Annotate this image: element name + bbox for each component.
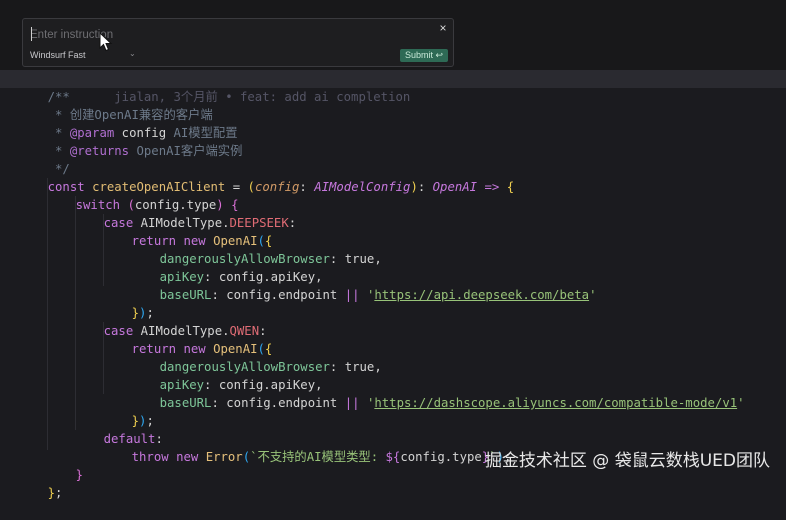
- mouse-pointer-icon: [99, 32, 113, 52]
- code-editor[interactable]: /** jialan, 3个月前 • feat: add ai completi…: [0, 70, 786, 500]
- op-or: ||: [344, 396, 360, 410]
- error-template-expr: config.type: [400, 450, 482, 464]
- op-or: ||: [344, 288, 360, 302]
- code-line: case AIModelType.DEEPSEEK:: [103, 216, 297, 230]
- val-endpoint: config.endpoint: [226, 396, 338, 410]
- code-line: return new OpenAI({: [131, 234, 273, 248]
- code-line: apiKey: config.apiKey,: [159, 270, 323, 284]
- code-line: dangerouslyAllowBrowser: true,: [159, 360, 382, 374]
- text-caret: [31, 27, 32, 41]
- code-line: return new OpenAI({: [131, 342, 273, 356]
- keyword-new: new: [176, 450, 199, 464]
- class-error: Error: [205, 450, 243, 464]
- error-template-text: 不支持的AI模型类型:: [257, 450, 386, 464]
- code-line: * @param config AI模型配置: [47, 126, 238, 140]
- code-line: });: [131, 414, 154, 428]
- param-name: config: [254, 180, 300, 194]
- code-line: default:: [103, 432, 163, 446]
- code-line: switch (config.type) {: [75, 198, 239, 212]
- code-line: }: [75, 468, 84, 482]
- code-line: */: [0, 142, 70, 176]
- code-line: /** jialan, 3个月前 • feat: add ai completi…: [0, 70, 786, 104]
- val-endpoint: config.endpoint: [226, 288, 338, 302]
- doc-returns-tag: @returns: [69, 144, 130, 158]
- doc-returns-desc: OpenAI客户端实例: [136, 144, 243, 158]
- return-type: OpenAI: [432, 180, 478, 194]
- code-line: };: [47, 486, 63, 500]
- val-true: true: [344, 252, 375, 266]
- code-line: * @returns OpenAI客户端实例: [47, 144, 243, 158]
- watermark: 掘金技术社区 @ 袋鼠云数栈UED团队: [484, 451, 770, 471]
- val-true: true: [344, 360, 375, 374]
- code-line: });: [131, 306, 154, 320]
- url-qwen[interactable]: https://dashscope.aliyuncs.com/compatibl…: [374, 396, 737, 410]
- chevron-down-icon[interactable]: ⌄: [129, 49, 136, 58]
- code-line: baseURL: config.endpoint || 'https://api…: [159, 288, 597, 302]
- prop-baseurl: baseURL: [159, 288, 212, 302]
- code-line: const createOpenAIClient = (config: AIMo…: [47, 180, 515, 194]
- model-select[interactable]: Windsurf Fast: [30, 50, 86, 60]
- top-area: × Windsurf Fast ⌄ Submit ↩: [0, 0, 786, 70]
- code-line: throw new Error(`不支持的AI模型类型: ${config.ty…: [131, 450, 512, 464]
- param-type: AIModelConfig: [314, 180, 411, 194]
- instruction-popup: × Windsurf Fast ⌄ Submit ↩: [22, 18, 454, 67]
- submit-button[interactable]: Submit ↩: [400, 49, 448, 62]
- close-icon[interactable]: ×: [436, 21, 450, 35]
- code-line: case AIModelType.QWEN:: [103, 324, 267, 338]
- instruction-input[interactable]: [30, 26, 400, 44]
- url-deepseek[interactable]: https://api.deepseek.com/beta: [374, 288, 589, 302]
- code-line: apiKey: config.apiKey,: [159, 378, 323, 392]
- code-line: * 创建OpenAI兼容的客户端: [0, 88, 213, 122]
- prop-baseurl: baseURL: [159, 396, 212, 410]
- code-line: baseURL: config.endpoint || 'https://das…: [159, 396, 745, 410]
- code-line: dangerouslyAllowBrowser: true,: [159, 252, 382, 266]
- keyword-throw: throw: [131, 450, 169, 464]
